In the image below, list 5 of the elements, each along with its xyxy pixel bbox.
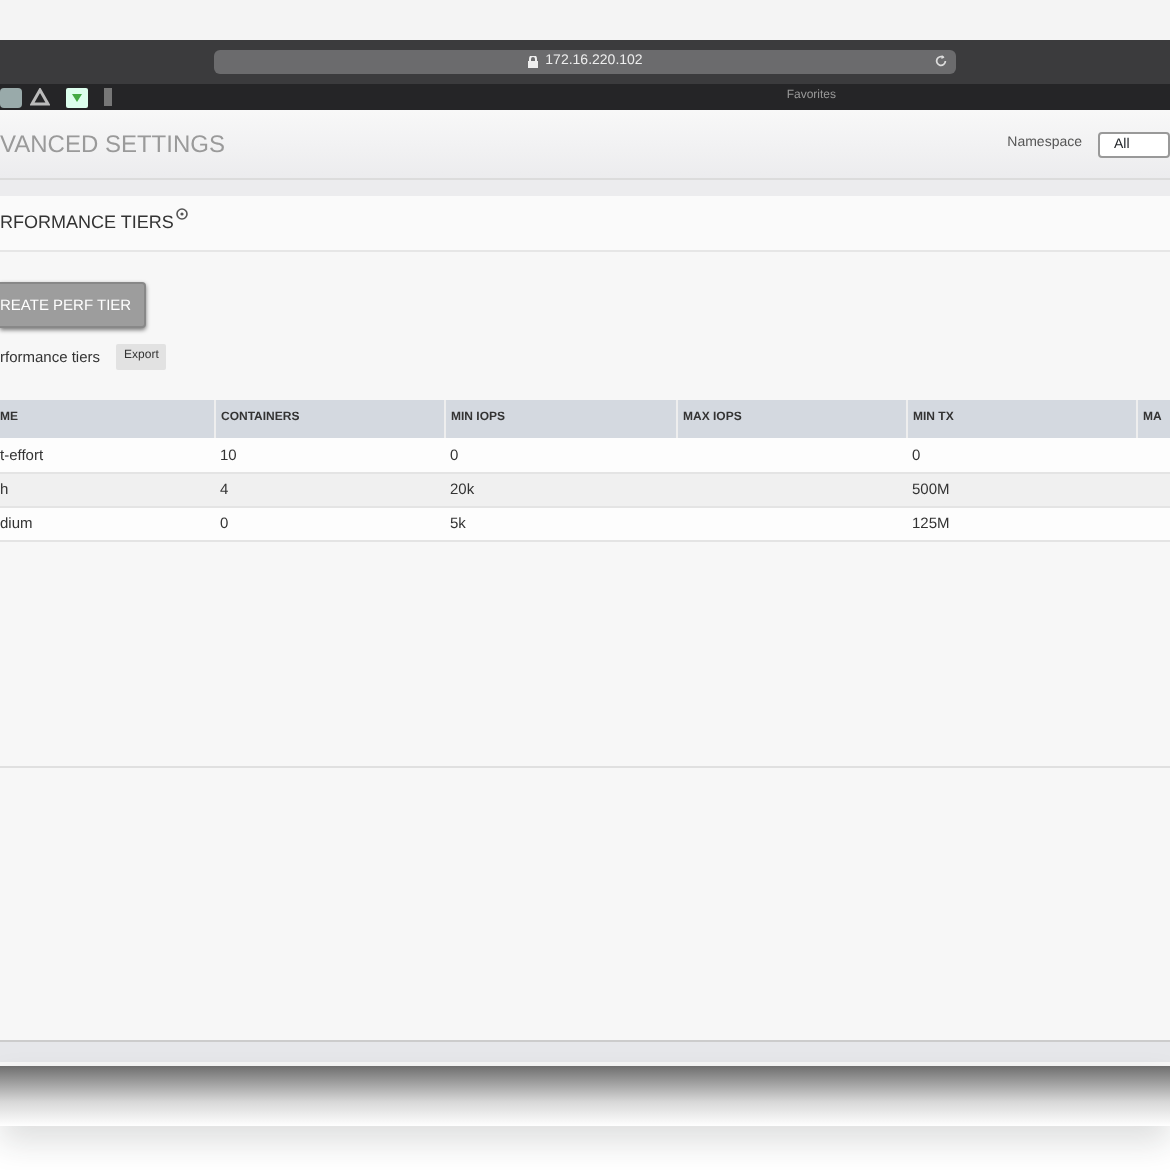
help-icon[interactable] (175, 208, 188, 220)
lock-icon (527, 56, 538, 68)
reload-icon[interactable] (934, 54, 948, 68)
page-title: VANCED SETTINGS (0, 128, 225, 162)
section-title: RFORMANCE TIERS (0, 209, 174, 236)
